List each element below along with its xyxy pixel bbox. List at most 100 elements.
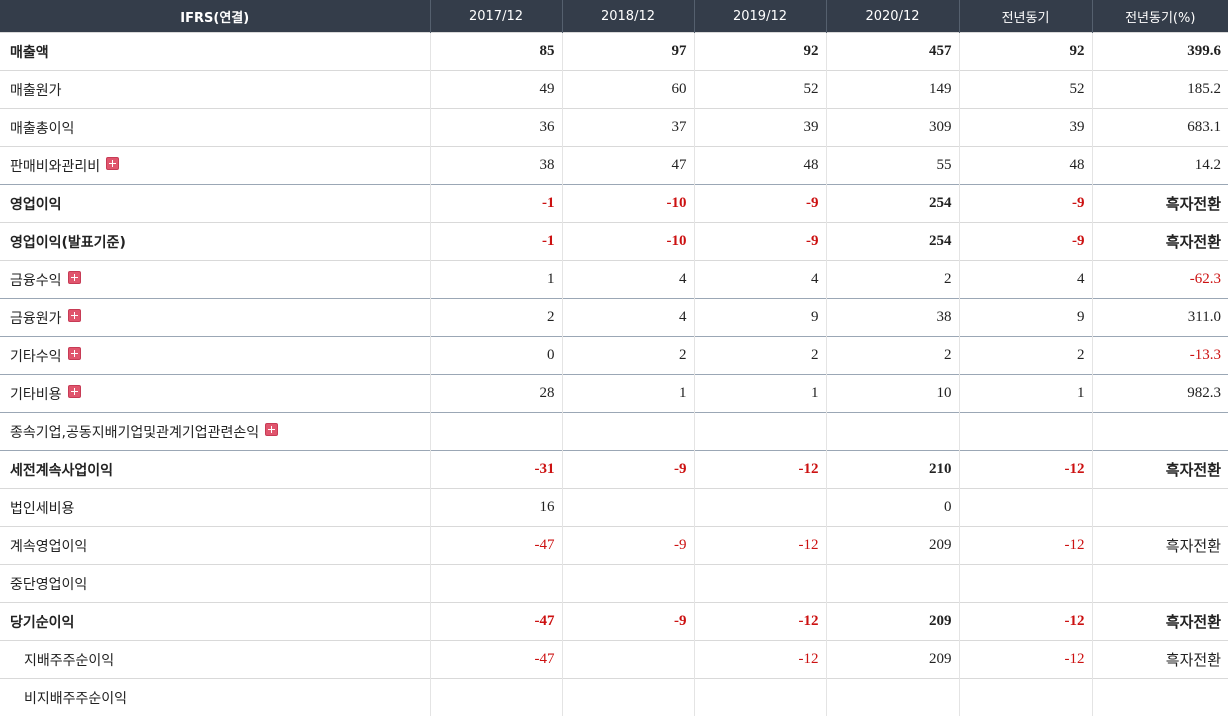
table-row: 영업이익(발표기준)-1-10-9254-9흑자전환 bbox=[0, 223, 1228, 261]
value-cell bbox=[826, 679, 959, 716]
value-cell: 4 bbox=[694, 261, 826, 299]
value-cell: 4 bbox=[562, 299, 694, 337]
row-label: 매출총이익 bbox=[10, 121, 74, 137]
table-row: 중단영업이익 bbox=[0, 565, 1228, 603]
plus-icon[interactable] bbox=[68, 347, 81, 360]
value-cell: -12 bbox=[959, 451, 1092, 489]
value-cell: 311.0 bbox=[1092, 299, 1228, 337]
value-cell: -9 bbox=[562, 451, 694, 489]
value-cell bbox=[430, 413, 562, 451]
row-label-cell: 지배주주순이익 bbox=[0, 641, 430, 679]
value-cell bbox=[562, 641, 694, 679]
row-label: 종속기업,공동지배기업및관계기업관련손익 bbox=[10, 425, 259, 441]
row-label: 판매비와관리비 bbox=[10, 159, 100, 175]
value-cell: 254 bbox=[826, 185, 959, 223]
value-cell: -13.3 bbox=[1092, 337, 1228, 375]
row-label-cell: 계속영업이익 bbox=[0, 527, 430, 565]
value-cell bbox=[826, 565, 959, 603]
value-cell: 982.3 bbox=[1092, 375, 1228, 413]
plus-icon[interactable] bbox=[265, 423, 278, 436]
plus-icon[interactable] bbox=[68, 271, 81, 284]
row-label: 매출액 bbox=[10, 45, 49, 61]
value-cell: 1 bbox=[694, 375, 826, 413]
value-cell: 4 bbox=[562, 261, 694, 299]
value-cell: 4 bbox=[959, 261, 1092, 299]
value-cell: 210 bbox=[826, 451, 959, 489]
value-cell: 209 bbox=[826, 603, 959, 641]
value-cell: 0 bbox=[826, 489, 959, 527]
header-2017-12: 2017/12 bbox=[430, 0, 562, 33]
table-row: 비지배주주순이익 bbox=[0, 679, 1228, 716]
row-label-cell: 법인세비용 bbox=[0, 489, 430, 527]
plus-icon[interactable] bbox=[68, 309, 81, 322]
value-cell: -31 bbox=[430, 451, 562, 489]
value-cell: 28 bbox=[430, 375, 562, 413]
value-cell bbox=[959, 413, 1092, 451]
value-cell bbox=[694, 565, 826, 603]
value-cell: 309 bbox=[826, 109, 959, 147]
plus-icon[interactable] bbox=[68, 385, 81, 398]
row-label: 법인세비용 bbox=[10, 501, 74, 517]
value-cell: 2 bbox=[959, 337, 1092, 375]
value-cell: 0 bbox=[430, 337, 562, 375]
value-cell: -47 bbox=[430, 603, 562, 641]
header-prev-period-pct: 전년동기(%) bbox=[1092, 0, 1228, 33]
value-cell: 9 bbox=[694, 299, 826, 337]
value-cell: -10 bbox=[562, 185, 694, 223]
value-cell: -1 bbox=[430, 223, 562, 261]
value-cell: -12 bbox=[694, 641, 826, 679]
row-label: 금융수익 bbox=[10, 273, 62, 289]
row-label-cell: 매출액 bbox=[0, 33, 430, 71]
value-cell: 9 bbox=[959, 299, 1092, 337]
value-cell: 399.6 bbox=[1092, 33, 1228, 71]
value-cell bbox=[959, 489, 1092, 527]
value-cell: 1 bbox=[430, 261, 562, 299]
row-label-cell: 금융수익 bbox=[0, 261, 430, 299]
value-cell: 1 bbox=[959, 375, 1092, 413]
value-cell: 457 bbox=[826, 33, 959, 71]
value-cell: -12 bbox=[694, 451, 826, 489]
value-cell: 2 bbox=[826, 337, 959, 375]
value-cell: 85 bbox=[430, 33, 562, 71]
value-cell: -12 bbox=[959, 641, 1092, 679]
row-label: 매출원가 bbox=[10, 83, 62, 99]
row-label-cell: 종속기업,공동지배기업및관계기업관련손익 bbox=[0, 413, 430, 451]
value-cell: 38 bbox=[826, 299, 959, 337]
table-row: 지배주주순이익-47-12209-12흑자전환 bbox=[0, 641, 1228, 679]
value-cell: -12 bbox=[694, 527, 826, 565]
value-cell: 39 bbox=[694, 109, 826, 147]
row-label-cell: 기타수익 bbox=[0, 337, 430, 375]
table-row: 매출총이익36373930939683.1 bbox=[0, 109, 1228, 147]
value-cell: 55 bbox=[826, 147, 959, 185]
value-cell bbox=[430, 565, 562, 603]
value-cell: 97 bbox=[562, 33, 694, 71]
table-row: 계속영업이익-47-9-12209-12흑자전환 bbox=[0, 527, 1228, 565]
row-label-cell: 매출원가 bbox=[0, 71, 430, 109]
value-cell bbox=[1092, 489, 1228, 527]
row-label-cell: 판매비와관리비 bbox=[0, 147, 430, 185]
value-cell: 52 bbox=[694, 71, 826, 109]
value-cell bbox=[694, 413, 826, 451]
value-cell: -47 bbox=[430, 527, 562, 565]
value-cell: 48 bbox=[959, 147, 1092, 185]
value-cell: 49 bbox=[430, 71, 562, 109]
value-cell: 185.2 bbox=[1092, 71, 1228, 109]
value-cell: -1 bbox=[430, 185, 562, 223]
plus-icon[interactable] bbox=[106, 157, 119, 170]
table-row: 종속기업,공동지배기업및관계기업관련손익 bbox=[0, 413, 1228, 451]
value-cell: 683.1 bbox=[1092, 109, 1228, 147]
table-row: 기타수익02222-13.3 bbox=[0, 337, 1228, 375]
row-label-cell: 금융원가 bbox=[0, 299, 430, 337]
value-cell: 92 bbox=[959, 33, 1092, 71]
value-cell bbox=[562, 565, 694, 603]
value-cell: 92 bbox=[694, 33, 826, 71]
value-cell bbox=[826, 413, 959, 451]
value-cell: 2 bbox=[694, 337, 826, 375]
row-label: 영업이익 bbox=[10, 197, 62, 213]
row-label-cell: 영업이익(발표기준) bbox=[0, 223, 430, 261]
value-cell: -12 bbox=[959, 527, 1092, 565]
table-row: 금융수익14424-62.3 bbox=[0, 261, 1228, 299]
value-cell: 1 bbox=[562, 375, 694, 413]
row-label-cell: 당기순이익 bbox=[0, 603, 430, 641]
value-cell: 흑자전환 bbox=[1092, 603, 1228, 641]
